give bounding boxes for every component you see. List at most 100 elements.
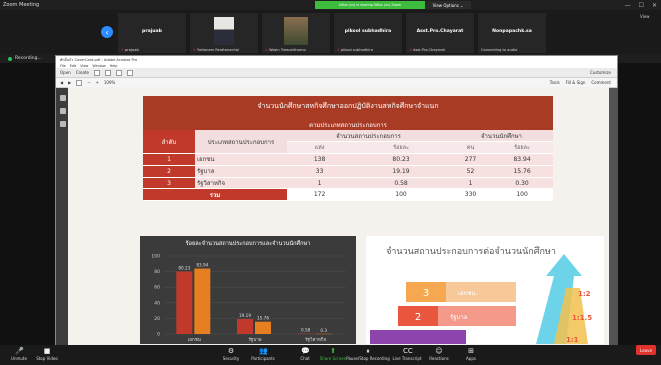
menu-edit[interactable]: Edit <box>70 64 77 68</box>
view-options-button[interactable]: View Options ⌄ <box>425 1 471 9</box>
open-button[interactable]: Open <box>60 70 71 75</box>
toolbar-label: Chat <box>300 356 310 361</box>
bar <box>194 268 211 334</box>
tools-tab[interactable]: Tools <box>550 80 560 85</box>
toolbar-icon: 🎤 <box>15 347 24 355</box>
fill-sign-tab[interactable]: Fill & Sign <box>566 80 586 85</box>
participant-tile[interactable]: ✕Yuttanam Reattanachai <box>190 13 258 53</box>
next-page-icon[interactable]: ▶ <box>68 80 71 85</box>
bookmarks-icon[interactable] <box>59 108 66 114</box>
sub-header: คน <box>449 141 492 155</box>
info-row-bar <box>370 330 466 344</box>
save-icon[interactable] <box>93 69 100 76</box>
mic-muted-icon: ✕ <box>193 48 197 52</box>
data-label: 15.76 <box>257 316 269 321</box>
toolbar-label: Pause/Stop Recording <box>346 356 390 361</box>
print-icon[interactable] <box>104 69 111 76</box>
email-icon[interactable] <box>115 69 122 76</box>
menu-file[interactable]: File <box>60 64 66 68</box>
recording-icon <box>8 56 12 61</box>
zoom-in-icon[interactable]: + <box>96 80 99 85</box>
toolbar-securitybutton[interactable]: ⚙ Security <box>216 345 246 365</box>
data-table: ลำดับ ประเภทสถานประกอบการ จำนวนสถานประกอ… <box>143 130 553 202</box>
participant-photo <box>284 17 308 45</box>
zoom-level[interactable]: 109% <box>104 80 115 85</box>
comment-tab[interactable]: Comment <box>591 80 611 85</box>
data-label: 19.19 <box>239 313 251 318</box>
prev-page-button[interactable]: ‹ <box>101 26 113 38</box>
toolbar-icon: ⬆ <box>330 347 336 355</box>
hand-icon[interactable] <box>76 79 83 86</box>
participant-tile[interactable]: ✕Wasin Treecatthorno <box>262 13 330 53</box>
menu-view[interactable]: View <box>80 64 88 68</box>
bar <box>176 271 193 334</box>
toolbar-appsbutton[interactable]: ⊞ Apps <box>456 345 486 365</box>
bar <box>255 321 271 334</box>
maximize-icon[interactable]: ☐ <box>639 2 644 9</box>
toolbar-icon: ⊞ <box>468 347 474 355</box>
acrobat-title: ศักดิ์แก้ว CoverCard.pdf - Adobe Acrobat… <box>56 56 617 63</box>
toolbar-chatbutton[interactable]: 💬 Chat <box>290 345 320 365</box>
customize-button[interactable]: Customize <box>590 70 611 75</box>
toolbar-icon: CC <box>403 347 413 355</box>
sub-header: ร้อยละ <box>352 141 450 155</box>
prev-page-icon[interactable]: ◀ <box>60 80 63 85</box>
pages-icon[interactable] <box>59 95 66 101</box>
minimize-icon[interactable]: — <box>625 2 631 9</box>
x-tick-label: รัฐบาล <box>248 337 261 343</box>
participant-tile[interactable]: Asst.Pro.Chayarat ✕Asst.Pro.Chayarat <box>406 13 474 53</box>
toolbar-unmutebutton[interactable]: 🎤 Unmute <box>4 345 34 365</box>
info-ratio: 1:1.5 <box>572 314 592 322</box>
col-rank: ลำดับ <box>143 130 195 155</box>
participant-tile[interactable]: prajuab ✕prajuab <box>118 13 186 53</box>
x-tick-label: เอกชน <box>188 337 201 343</box>
col-student: จำนวนนักศึกษา <box>449 130 553 143</box>
table-row: 3 รัฐวิสาหกิจ 1 0.58 1 0.30 <box>143 177 553 190</box>
mic-muted-icon: ✕ <box>337 48 341 52</box>
settings-icon[interactable] <box>126 69 133 76</box>
participant-tile[interactable]: pikool subhadhira ✕pikool subhadhira <box>334 13 402 53</box>
mic-muted-icon: ✕ <box>121 48 125 52</box>
toolbar-label: Apps <box>466 356 476 361</box>
x-tick-label: รัฐวิสาหกิจ <box>305 337 326 343</box>
info-ratio: 1:2 <box>578 290 591 298</box>
data-label: 0.58 <box>301 328 311 333</box>
attachments-icon[interactable] <box>59 121 66 127</box>
participant-strip <box>0 10 661 54</box>
toolbar-icon: ■ <box>43 347 51 355</box>
participant-tile[interactable]: Nonpapachk.sa Connecting to audio <box>478 13 546 53</box>
mic-muted-icon: ✕ <box>409 48 413 52</box>
toolbar-reactionsbutton[interactable]: ☺ Reactions <box>424 345 454 365</box>
sub-header: ร้อยละ <box>491 141 553 155</box>
y-tick-label: 20 <box>154 316 160 322</box>
create-button[interactable]: Create <box>76 70 89 75</box>
toolbar-pause-stop-recordingbutton[interactable]: ⏸ Pause/Stop Recording <box>346 345 390 365</box>
toolbar-share-screenbutton[interactable]: ⬆ Share Screen <box>318 345 348 365</box>
view-button[interactable]: View <box>640 14 650 19</box>
window-title: Zoom Meeting <box>3 2 40 8</box>
toolbar-participantsbutton[interactable]: 👥 Participants <box>248 345 278 365</box>
menu-help[interactable]: Help <box>110 64 118 68</box>
zoom-out-icon[interactable]: − <box>87 80 90 85</box>
toolbar-icon: ☺ <box>435 347 443 355</box>
header-line-1: จำนวนนักศึกษาสหกิจศึกษาออกปฏิบัติงานสหกิ… <box>257 102 439 110</box>
table-row: 2 รัฐบาล 33 19.19 52 15.76 <box>143 165 553 178</box>
toolbar-icon: 👥 <box>259 347 268 355</box>
participant-photo <box>214 17 234 45</box>
toolbar-label: Stop Video <box>36 356 58 361</box>
menu-window[interactable]: Window <box>92 64 105 68</box>
info-ratio: 1:1 <box>566 336 579 344</box>
sharing-banner: Sitha (กก) is sharing Sitha (กก) Zoom <box>315 1 425 9</box>
leave-button[interactable]: Leave <box>636 345 656 355</box>
close-icon[interactable]: ✕ <box>652 2 657 9</box>
y-tick-label: 100 <box>151 254 160 260</box>
col-place: จำนวนสถานประกอบการ <box>287 130 450 143</box>
toolbar-icon: ⏸ <box>366 347 370 355</box>
toolbar-stop-videobutton[interactable]: ■ Stop Video <box>32 345 62 365</box>
sub-header: แห่ง <box>287 141 353 155</box>
acrobat-toolbar: Open Create Customize <box>56 68 617 78</box>
toolbar-icon: 💬 <box>301 347 310 355</box>
total-row: รวม 172 100 330 100 <box>143 188 553 202</box>
toolbar-live-transcriptbutton[interactable]: CC Live Transcript <box>392 345 422 365</box>
bar <box>237 319 253 334</box>
